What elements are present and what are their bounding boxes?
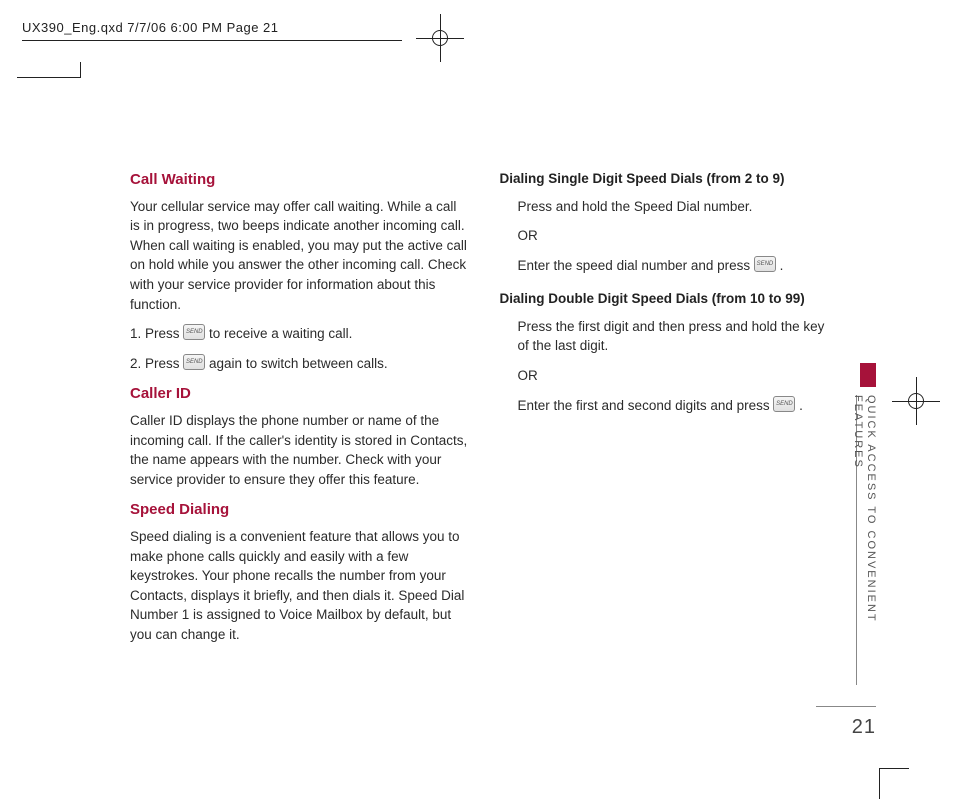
text: . bbox=[795, 398, 803, 413]
crop-mark bbox=[879, 768, 909, 769]
page-content: Call Waiting Your cellular service may o… bbox=[80, 77, 877, 767]
subheading-double-digit: Dialing Double Digit Speed Dials (from 1… bbox=[500, 289, 838, 309]
body-text: Press and hold the Speed Dial number. bbox=[518, 197, 838, 217]
body-text: Your cellular service may offer call wai… bbox=[130, 197, 468, 314]
or-text: OR bbox=[518, 366, 838, 386]
heading-speed-dialing: Speed Dialing bbox=[130, 499, 468, 521]
send-key-icon: SEND bbox=[183, 354, 205, 370]
subheading-single-digit: Dialing Single Digit Speed Dials (from 2… bbox=[500, 169, 838, 189]
or-text: OR bbox=[518, 226, 838, 246]
text: . bbox=[776, 258, 784, 273]
crop-mark bbox=[80, 62, 81, 77]
body-text: Caller ID displays the phone number or n… bbox=[130, 411, 468, 489]
send-key-icon: SEND bbox=[754, 256, 776, 272]
text: again to switch between calls. bbox=[205, 356, 387, 371]
registration-mark bbox=[908, 393, 924, 409]
heading-caller-id: Caller ID bbox=[130, 383, 468, 405]
text: 1. Press bbox=[130, 326, 183, 341]
text: 2. Press bbox=[130, 356, 183, 371]
right-column: Dialing Single Digit Speed Dials (from 2… bbox=[500, 169, 838, 767]
side-tab-marker bbox=[860, 363, 876, 387]
left-column: Call Waiting Your cellular service may o… bbox=[130, 169, 468, 767]
side-section-label: QUICK ACCESS TO CONVENIENT FEATURES bbox=[861, 395, 877, 675]
text: Enter the speed dial number and press bbox=[518, 258, 754, 273]
body-text: Speed dialing is a convenient feature th… bbox=[130, 527, 468, 644]
body-text: Enter the first and second digits and pr… bbox=[518, 396, 838, 416]
send-key-icon: SEND bbox=[773, 396, 795, 412]
body-text: Press the first digit and then press and… bbox=[518, 317, 838, 356]
crop-mark bbox=[17, 77, 81, 78]
step-2: 2. Press SEND again to switch between ca… bbox=[130, 354, 468, 374]
page-number: 21 bbox=[852, 716, 876, 739]
registration-mark bbox=[432, 30, 448, 46]
heading-call-waiting: Call Waiting bbox=[130, 169, 468, 191]
crop-mark bbox=[879, 769, 880, 799]
print-header-rule bbox=[22, 40, 402, 41]
text: Enter the first and second digits and pr… bbox=[518, 398, 774, 413]
page-number-rule bbox=[816, 706, 876, 707]
print-header-stamp: UX390_Eng.qxd 7/7/06 6:00 PM Page 21 bbox=[22, 20, 279, 35]
body-text: Enter the speed dial number and press SE… bbox=[518, 256, 838, 276]
send-key-icon: SEND bbox=[183, 324, 205, 340]
text: to receive a waiting call. bbox=[205, 326, 352, 341]
step-1: 1. Press SEND to receive a waiting call. bbox=[130, 324, 468, 344]
